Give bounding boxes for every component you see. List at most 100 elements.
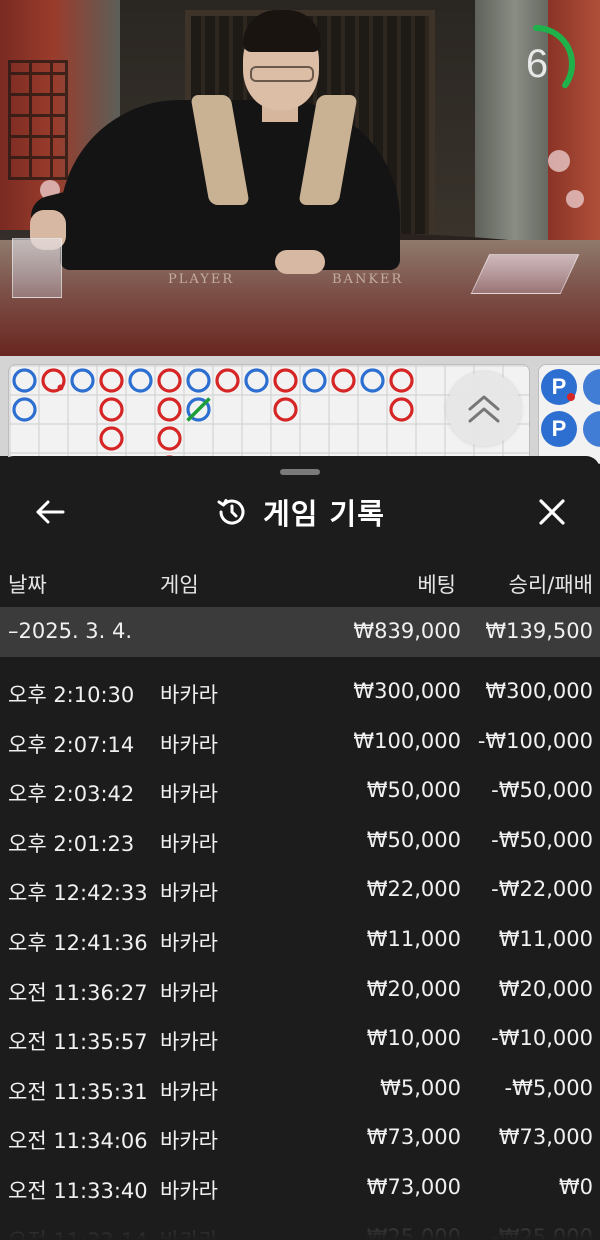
player-bead: P: [541, 411, 577, 447]
countdown-timer: 6: [512, 22, 576, 106]
glasses: [250, 66, 314, 82]
banker-win-mark: [99, 397, 124, 422]
row-time: 오전 11:35:57: [8, 1030, 148, 1055]
row-time: 오후 2:03:42: [8, 782, 135, 807]
player-win-mark: [360, 368, 385, 393]
row-result: ₩20,000: [498, 976, 593, 1001]
row-bet: ₩11,000: [366, 927, 461, 951]
row-result: -₩100,000: [477, 728, 593, 753]
row-game: 바카라: [160, 881, 218, 906]
row-game: 바카라: [160, 1129, 218, 1154]
game-history-sheet: 게임 기록 날짜 게임 베팅 승리/패배 –2025. 3. 4. ₩839,0…: [0, 456, 600, 1240]
row-game: 바카라: [160, 1225, 218, 1240]
sheet-title: 게임 기록: [263, 497, 385, 531]
row-time: 오전 11:34:06: [8, 1129, 148, 1154]
close-button[interactable]: [532, 492, 572, 532]
row-bet: ₩5,000: [380, 1075, 461, 1100]
banker-win-mark: [157, 426, 182, 451]
row-result: ₩0: [558, 1175, 593, 1199]
row-time: 오후 12:42:33: [8, 881, 148, 906]
banker-win-mark: [215, 368, 240, 393]
row-bet: ₩73,000: [366, 1125, 461, 1150]
row-time: 오전 11:33:40: [8, 1179, 148, 1203]
row-bet: ₩73,000: [366, 1175, 461, 1199]
column-header-game: 게임: [160, 573, 199, 597]
row-game: 바카라: [160, 831, 218, 856]
row-result: -₩5,000: [504, 1075, 593, 1100]
row-result: -₩50,000: [491, 778, 593, 803]
row-bet: ₩50,000: [366, 827, 461, 852]
blossom-decoration: [548, 150, 570, 172]
sheet-drag-handle[interactable]: [280, 469, 320, 475]
bead-road[interactable]: P P: [538, 364, 600, 464]
date-group-row[interactable]: –2025. 3. 4. ₩839,000 ₩139,500: [0, 607, 600, 657]
banker-win-mark: [99, 426, 124, 451]
table-row[interactable]: 오전 11:33:40 바카라 ₩73,000 ₩0: [0, 1163, 600, 1213]
row-result: ₩11,000: [498, 927, 593, 951]
back-button[interactable]: [30, 492, 70, 532]
player-win-mark: [12, 368, 37, 393]
table-row[interactable]: 오전 11:33:14 바카라 ₩25,000 -₩25,000: [0, 1213, 600, 1240]
row-result: -₩50,000: [491, 827, 593, 852]
banker-win-mark: [389, 397, 414, 422]
row-game: 바카라: [160, 1179, 218, 1203]
row-bet: ₩20,000: [366, 976, 461, 1001]
column-header-date: 날짜: [8, 573, 47, 597]
column-header-bet: 베팅: [417, 573, 456, 597]
row-game: 바카라: [160, 1030, 218, 1055]
row-game: 바카라: [160, 980, 218, 1005]
table-row[interactable]: 오후 2:10:30 바카라 ₩300,000 ₩300,000: [0, 667, 600, 717]
blossom-decoration: [566, 190, 584, 208]
banker-win-mark: [273, 368, 298, 393]
table-row[interactable]: 오후 2:01:23 바카라 ₩50,000 -₩50,000: [0, 816, 600, 866]
table-row[interactable]: 오후 12:41:36 바카라 ₩11,000 ₩11,000: [0, 915, 600, 965]
row-result: ₩73,000: [498, 1125, 593, 1150]
close-icon: [539, 499, 565, 525]
card-discard-tray: [470, 254, 580, 294]
banker-win-mark: [157, 397, 182, 422]
row-result: -₩22,000: [491, 877, 593, 902]
table-row[interactable]: 오전 11:36:27 바카라 ₩20,000 ₩20,000: [0, 965, 600, 1015]
row-result: -₩25,000: [491, 1224, 593, 1240]
banker-win-mark: [331, 368, 356, 393]
expand-roadmap-button[interactable]: [447, 372, 521, 446]
player-win-mark: [302, 368, 327, 393]
table-row[interactable]: 오전 11:34:06 바카라 ₩73,000 ₩73,000: [0, 1113, 600, 1163]
banker-win-mark: [389, 368, 414, 393]
row-game: 바카라: [160, 1079, 218, 1104]
player-win-mark: [70, 368, 95, 393]
chevron-double-up-icon: [468, 395, 500, 423]
row-bet: ₩10,000: [366, 1026, 461, 1051]
row-result: ₩300,000: [485, 679, 593, 703]
live-dealer-video: PLAYER BANKER 6: [0, 0, 600, 356]
row-bet: ₩100,000: [353, 728, 461, 753]
player-bead: P: [541, 369, 577, 405]
row-time: 오전 11:35:31: [8, 1079, 148, 1104]
player-win-mark: [128, 368, 153, 393]
column-header-result: 승리/패배: [508, 573, 593, 597]
player-win-mark: [244, 368, 269, 393]
table-row[interactable]: 오전 11:35:31 바카라 ₩5,000 -₩5,000: [0, 1064, 600, 1114]
row-bet: ₩300,000: [353, 679, 461, 703]
row-game: 바카라: [160, 732, 218, 757]
history-icon: [217, 499, 245, 525]
table-row[interactable]: 오후 2:03:42 바카라 ₩50,000 -₩50,000: [0, 766, 600, 816]
player-bead: [583, 369, 600, 405]
table-row[interactable]: 오전 11:35:57 바카라 ₩10,000 -₩10,000: [0, 1014, 600, 1064]
row-time: 오전 11:33:14: [8, 1225, 148, 1240]
sheet-header: 게임 기록: [0, 490, 600, 534]
table-row[interactable]: 오후 12:42:33 바카라 ₩22,000 -₩22,000: [0, 865, 600, 915]
date-group-date: –2025. 3. 4.: [8, 619, 133, 643]
row-bet: ₩50,000: [366, 778, 461, 803]
player-win-mark: [186, 368, 211, 393]
table-row[interactable]: 오후 2:07:14 바카라 ₩100,000 -₩100,000: [0, 717, 600, 767]
row-game: 바카라: [160, 683, 218, 707]
row-game: 바카라: [160, 782, 218, 807]
arrow-left-icon: [36, 500, 65, 524]
row-time: 오후 2:07:14: [8, 732, 135, 757]
row-time: 오후 12:41:36: [8, 931, 148, 955]
row-result: -₩10,000: [491, 1026, 593, 1051]
player-win-mark: [12, 397, 37, 422]
banker-win-mark: [273, 397, 298, 422]
banker-win-mark: [157, 368, 182, 393]
